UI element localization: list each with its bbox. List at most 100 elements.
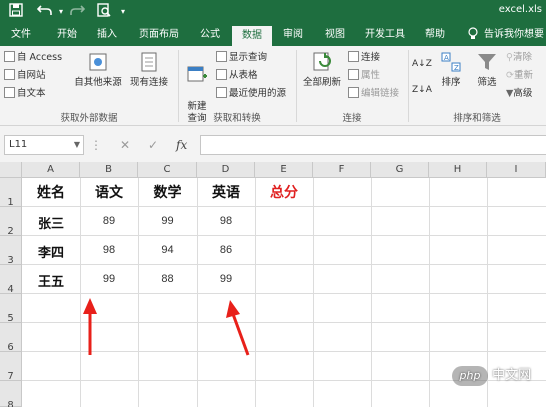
from-table-button[interactable]: 从表格 — [216, 68, 258, 84]
tell-me-search[interactable]: 告诉我你想要 — [484, 24, 546, 46]
cell-b2-score[interactable]: 89 — [80, 215, 138, 227]
cell-b3-score[interactable]: 98 — [80, 244, 138, 256]
tab-home[interactable]: 开始 — [52, 24, 82, 46]
tab-data[interactable]: 数据 — [232, 26, 272, 46]
advanced-filter-button[interactable]: ▼高级 — [506, 86, 532, 102]
redo-icon[interactable] — [68, 3, 86, 21]
filter-button[interactable]: 筛选 — [472, 50, 502, 89]
cell-d3-score[interactable]: 86 — [197, 244, 255, 256]
properties-icon — [348, 69, 359, 80]
reapply-button[interactable]: ⟳重新 — [506, 68, 533, 84]
undo-dropdown-icon[interactable]: ▾ — [56, 3, 66, 21]
splitter-icon[interactable]: ⋮ — [90, 137, 102, 153]
cell-c1-header-math[interactable]: 数学 — [138, 182, 197, 202]
tab-formulas[interactable]: 公式 — [194, 24, 226, 46]
tab-insert[interactable]: 插入 — [92, 24, 122, 46]
refresh-all-button[interactable]: 全部刷新 — [298, 50, 346, 89]
cell-a1-header-name[interactable]: 姓名 — [22, 182, 80, 202]
connections-button[interactable]: 连接 — [348, 50, 380, 66]
cell-a4-name[interactable]: 王五 — [22, 271, 80, 290]
insert-function-icon[interactable]: fx — [176, 137, 187, 153]
tab-file[interactable]: 文件 — [6, 24, 36, 46]
column-header-e[interactable]: E — [255, 162, 313, 178]
from-other-sources-button[interactable]: 自其他来源 — [70, 50, 126, 89]
from-access-button[interactable]: 自 Access — [4, 50, 62, 66]
customize-icon[interactable]: ▾ — [118, 3, 128, 21]
row-header-6[interactable]: 6 — [0, 323, 22, 353]
window-title: excel.xls — [498, 4, 542, 15]
from-web-button[interactable]: 自网站 — [4, 68, 46, 84]
row-header-8[interactable]: 8 — [0, 381, 22, 407]
sort-ascending-icon[interactable]: A↓Z — [412, 56, 432, 72]
sort-button[interactable]: AZ 排序 — [436, 50, 466, 89]
row-header-3[interactable]: 3 — [0, 236, 22, 266]
cell-a2-name[interactable]: 张三 — [22, 213, 80, 232]
name-box[interactable]: L11 ▼ — [4, 135, 84, 155]
undo-icon[interactable] — [36, 3, 54, 21]
sort-icon: AZ — [441, 52, 461, 72]
cell-a3-name[interactable]: 李四 — [22, 242, 80, 261]
gridline — [22, 322, 546, 323]
print-preview-icon[interactable] — [96, 3, 112, 21]
tab-help[interactable]: 帮助 — [420, 24, 450, 46]
cell-b4-score[interactable]: 99 — [80, 273, 138, 285]
column-header-g[interactable]: G — [371, 162, 429, 178]
gridline — [22, 206, 546, 207]
filter-icon — [478, 54, 496, 70]
column-header-c[interactable]: C — [138, 162, 197, 178]
show-queries-button[interactable]: 显示查询 — [216, 50, 267, 66]
svg-text:Z: Z — [454, 64, 459, 72]
clear-filter-button[interactable]: ⚲清除 — [506, 50, 532, 66]
connections-icon — [348, 51, 359, 62]
row-header-5[interactable]: 5 — [0, 294, 22, 324]
cell-b1-header-chinese[interactable]: 语文 — [80, 182, 138, 202]
tab-review[interactable]: 审阅 — [278, 24, 308, 46]
from-text-button[interactable]: 自文本 — [4, 86, 46, 102]
clear-filter-icon: ⚲ — [506, 52, 513, 63]
existing-connections-button[interactable]: 现有连接 — [128, 50, 170, 89]
tab-view[interactable]: 视图 — [320, 24, 350, 46]
row-header-7[interactable]: 7 — [0, 352, 22, 382]
access-icon — [4, 51, 15, 62]
select-all-corner[interactable] — [0, 162, 22, 178]
existing-connections-icon — [141, 52, 157, 72]
cell-d4-score[interactable]: 99 — [197, 273, 255, 285]
watermark: php 中文网 — [452, 365, 531, 387]
tab-developer[interactable]: 开发工具 — [360, 24, 410, 46]
cell-e1-header-total[interactable]: 总分 — [255, 182, 313, 202]
row-header-2[interactable]: 2 — [0, 207, 22, 237]
save-icon[interactable] — [8, 3, 24, 21]
edit-links-button[interactable]: 编辑链接 — [348, 86, 399, 102]
sort-descending-icon[interactable]: Z↓A — [412, 82, 432, 98]
lightbulb-icon[interactable] — [466, 24, 480, 46]
group-get-external-data: 获取外部数据 — [60, 113, 118, 124]
cell-c4-score[interactable]: 88 — [138, 273, 197, 285]
column-header-f[interactable]: F — [313, 162, 371, 178]
recent-sources-button[interactable]: 最近使用的源 — [216, 86, 286, 102]
cell-c3-score[interactable]: 94 — [138, 244, 197, 256]
show-queries-icon — [216, 51, 227, 62]
php-logo: php — [452, 365, 488, 386]
column-header-a[interactable]: A — [22, 162, 80, 178]
column-header-i[interactable]: I — [487, 162, 546, 178]
tab-page-layout[interactable]: 页面布局 — [134, 24, 184, 46]
formula-input[interactable] — [200, 135, 546, 155]
watermark-text: 中文网 — [492, 368, 532, 383]
cell-d2-score[interactable]: 98 — [197, 215, 255, 227]
text-file-icon — [4, 87, 15, 98]
row-header-4[interactable]: 4 — [0, 265, 22, 295]
column-header-h[interactable]: H — [429, 162, 487, 178]
recent-sources-icon — [216, 87, 227, 98]
refresh-icon — [313, 52, 331, 71]
enter-icon[interactable]: ✓ — [148, 137, 158, 153]
cancel-icon[interactable]: ✕ — [120, 137, 130, 153]
cell-c2-score[interactable]: 99 — [138, 215, 197, 227]
properties-button[interactable]: 属性 — [348, 68, 380, 84]
column-header-d[interactable]: D — [197, 162, 255, 178]
column-header-b[interactable]: B — [80, 162, 138, 178]
chevron-down-icon[interactable]: ▼ — [74, 136, 80, 154]
other-sources-icon — [89, 53, 107, 71]
web-icon — [4, 69, 15, 80]
cell-d1-header-english[interactable]: 英语 — [197, 182, 255, 202]
row-header-1[interactable]: 1 — [0, 178, 22, 208]
